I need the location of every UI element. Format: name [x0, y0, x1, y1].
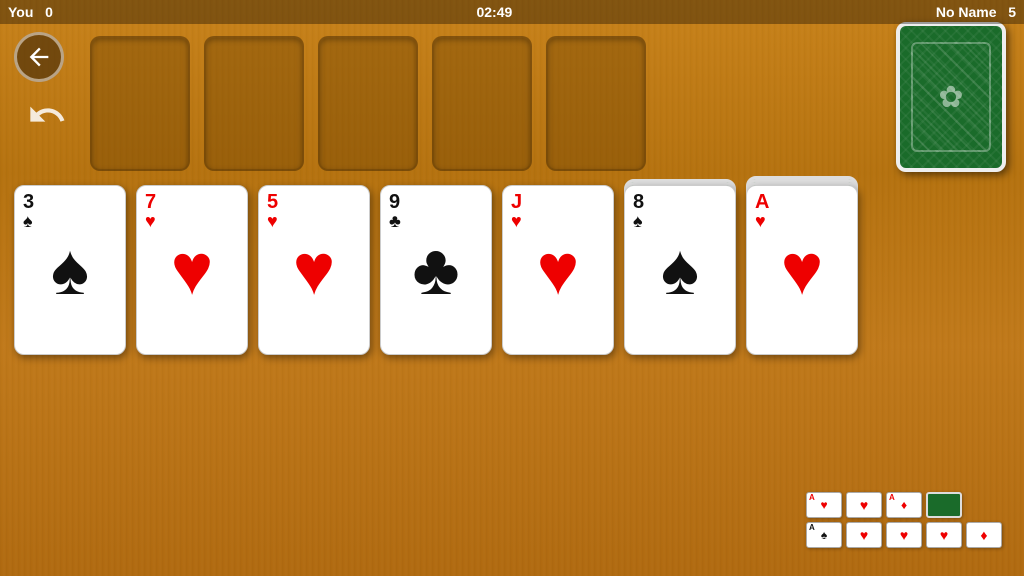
- card-7-rank: A: [755, 192, 769, 212]
- opponent-info: No Name 5: [936, 4, 1016, 20]
- tableau-card-1[interactable]: 3 ♠ ♠: [14, 185, 126, 355]
- card-5-center: ♥: [537, 234, 580, 306]
- opponent-name: No Name: [936, 4, 997, 20]
- mini-card-back-1[interactable]: [926, 492, 962, 518]
- tableau-card-3[interactable]: 5 ♥ ♥: [258, 185, 370, 355]
- mini-card-area: A ♥ ♥ A ♦ A ♠ ♥ ♥ ♥ ♦: [806, 492, 1002, 548]
- mini-card-5[interactable]: ♥: [846, 522, 882, 548]
- card-3-rank: 5: [267, 192, 278, 212]
- mini-row-1: A ♥ ♥ A ♦: [806, 492, 1002, 518]
- card-4-center: ♣: [412, 234, 459, 306]
- card-5-suit-top: ♥: [511, 212, 522, 230]
- undo-icon: [27, 95, 67, 135]
- card-1-center: ♠: [51, 234, 89, 306]
- player-score-label: You 0: [8, 4, 53, 20]
- card-7-suit-top: ♥: [755, 212, 766, 230]
- tableau-card-5[interactable]: J ♥ ♥: [502, 185, 614, 355]
- deck-card[interactable]: ✿: [896, 22, 1006, 172]
- card-3-suit-top: ♥: [267, 212, 278, 230]
- tableau-card-2[interactable]: 7 ♥ ♥: [136, 185, 248, 355]
- deck-card-inner: ✿: [911, 42, 991, 152]
- card-4-suit-top: ♣: [389, 212, 401, 230]
- mini-card-3[interactable]: A ♦: [886, 492, 922, 518]
- card-2-rank: 7: [145, 192, 156, 212]
- foundation-slot-3[interactable]: [318, 36, 418, 171]
- card-6-suit-top: ♠: [633, 212, 643, 230]
- card-4-rank: 9: [389, 192, 400, 212]
- mini-card-7[interactable]: ♥: [926, 522, 962, 548]
- undo-button[interactable]: [22, 90, 72, 140]
- foundation-slot-5[interactable]: [546, 36, 646, 171]
- foundation-slot-4[interactable]: [432, 36, 532, 171]
- mini-card-8[interactable]: ♦: [966, 522, 1002, 548]
- card-5-rank: J: [511, 192, 522, 212]
- mini-card-6[interactable]: ♥: [886, 522, 922, 548]
- tableau-card-7[interactable]: A ♥ ♥: [746, 185, 858, 355]
- card-6-center: ♠: [661, 234, 699, 306]
- foundation-area: [90, 36, 646, 171]
- tableau-card-6[interactable]: 8 ♠ ♠: [624, 185, 736, 355]
- deck-emblem: ✿: [938, 80, 963, 115]
- card-3-center: ♥: [293, 234, 336, 306]
- card-1-rank: 3: [23, 192, 34, 212]
- card-1-suit-top: ♠: [23, 212, 33, 230]
- back-icon: [25, 43, 53, 71]
- mini-card-2[interactable]: ♥: [846, 492, 882, 518]
- player-name: You: [8, 4, 33, 20]
- top-bar: You 0 02:49 No Name 5: [0, 0, 1024, 24]
- card-6-rank: 8: [633, 192, 644, 212]
- player-score: 0: [45, 4, 53, 20]
- back-button[interactable]: [14, 32, 64, 82]
- card-7-center: ♥: [781, 234, 824, 306]
- foundation-slot-1[interactable]: [90, 36, 190, 171]
- foundation-slot-2[interactable]: [204, 36, 304, 171]
- mini-row-2: A ♠ ♥ ♥ ♥ ♦: [806, 522, 1002, 548]
- tableau-area: 3 ♠ ♠ 7 ♥ ♥ 5 ♥ ♥ 9 ♣ ♣ J ♥ ♥ 8 ♠ ♠: [14, 185, 858, 355]
- card-2-suit-top: ♥: [145, 212, 156, 230]
- tableau-stack-6[interactable]: 8 ♠ ♠: [624, 185, 736, 355]
- card-2-center: ♥: [171, 234, 214, 306]
- timer-display: 02:49: [476, 4, 512, 20]
- tableau-card-4[interactable]: 9 ♣ ♣: [380, 185, 492, 355]
- opponent-score: 5: [1008, 4, 1016, 20]
- mini-card-4[interactable]: A ♠: [806, 522, 842, 548]
- mini-card-1[interactable]: A ♥: [806, 492, 842, 518]
- tableau-stack-7[interactable]: A ♥ ♥: [746, 185, 858, 355]
- deck-area[interactable]: ✿: [896, 22, 1006, 172]
